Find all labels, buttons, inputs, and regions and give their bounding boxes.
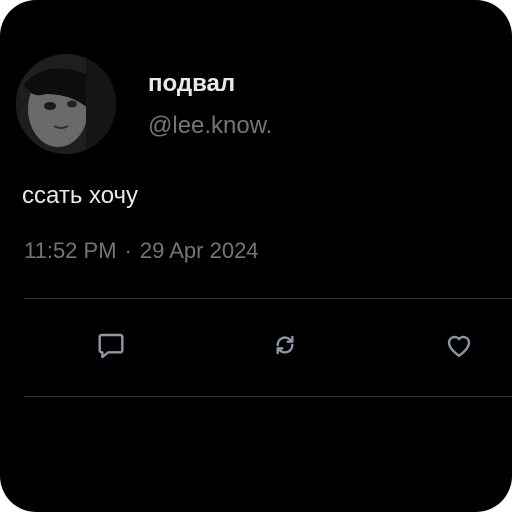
retweet-icon: [276, 335, 294, 355]
retweet-button[interactable]: [268, 328, 302, 362]
meta-separator: ·: [124, 238, 132, 263]
divider-top: [24, 298, 512, 299]
tweet-time: 11:52 PM: [24, 238, 117, 263]
reply-icon: [98, 333, 124, 359]
avatar[interactable]: [16, 54, 116, 154]
tweet-card: подвал @lee.know. ссать хочу 11:52 PM · 29…: [0, 0, 512, 512]
tweet-date: 29 Apr 2024: [139, 238, 259, 263]
divider-bottom: [24, 396, 512, 397]
like-icon: [447, 335, 471, 357]
tweet-text: ссать хочу: [22, 182, 139, 209]
like-button[interactable]: [442, 328, 476, 362]
reply-button[interactable]: [94, 328, 128, 362]
avatar-photo-icon: [16, 54, 116, 154]
user-handle[interactable]: @lee.know.: [148, 112, 272, 140]
display-name[interactable]: подвал: [148, 70, 235, 98]
tweet-timestamp[interactable]: 11:52 PM · 29 Apr 2024: [24, 238, 259, 264]
